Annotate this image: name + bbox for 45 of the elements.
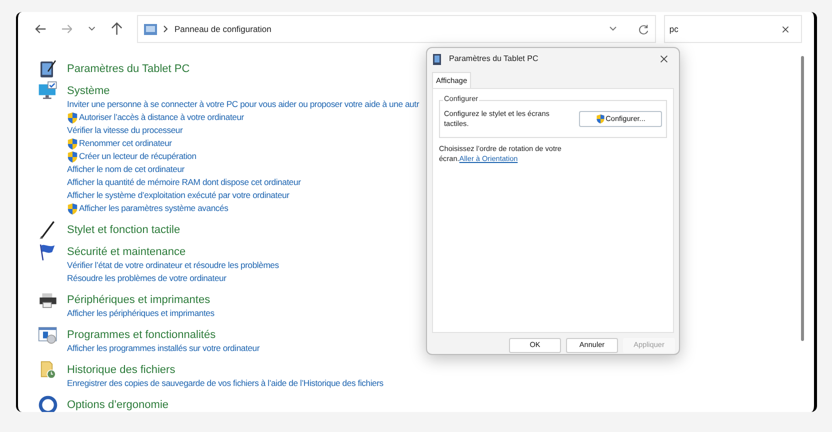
task-link[interactable]: Autoriser l’accès à distance à votre ordinateur [79,111,244,124]
shield-icon [67,112,78,124]
task-link[interactable]: Afficher la quantité de mémoire RAM dont dispose cet ordinateur [67,176,301,189]
control-panel-icon [144,24,156,34]
close-icon[interactable] [660,55,668,63]
task-link[interactable]: Résoudre les problèmes de votre ordinateur [67,272,226,285]
category-title[interactable]: Options d’ergonomie [67,398,169,412]
close-icon[interactable] [782,26,790,32]
folder-clock-icon [38,360,58,380]
refresh-icon[interactable] [638,24,650,34]
address-bar[interactable]: Panneau de configuration [136,15,656,43]
category-title[interactable]: Paramètres du Tablet PC [67,62,190,76]
shield-icon [67,150,78,162]
category-title[interactable]: Historique des fichiers [67,363,384,377]
category-title[interactable]: Stylet et fonction tactile [67,223,180,237]
shield-icon [67,138,78,150]
task-link[interactable]: Inviter une personne à se connecter à votre PC pour vous aider ou proposer votre aide à une autr [67,98,419,111]
tablet-icon [433,54,443,64]
dialog-title: Paramètres du Tablet PC [449,53,538,65]
search-text: pc [669,22,678,36]
search-field[interactable]: pc [664,15,802,43]
monitor-icon [38,81,58,101]
shield-icon [67,202,78,214]
shield-icon [596,114,605,124]
task-link[interactable]: Vérifier l’état de votre ordinateur et résoudre les problèmes [67,259,279,272]
task-link[interactable]: Afficher les paramètres système avancés [79,202,228,215]
program-window-icon [38,325,58,345]
chevron-right-icon [162,25,168,33]
category-title[interactable]: Périphériques et imprimantes [67,293,214,307]
task-link[interactable]: Afficher les périphériques et imprimantes [67,307,214,320]
task-link[interactable]: Renommer cet ordinateur [79,137,172,150]
category-title[interactable]: Sécurité et maintenance [67,245,279,259]
task-link[interactable]: Afficher les programmes installés sur votre ordinateur [67,342,260,355]
back-arrow-icon[interactable] [35,24,47,34]
up-arrow-icon[interactable] [110,22,122,36]
task-link[interactable]: Créer un lecteur de récupération [79,150,196,163]
task-link[interactable]: Afficher le système d’exploitation exécuté par votre ordinateur [67,189,290,202]
tablet-icon [38,59,58,79]
address-text: Panneau de configuration [174,22,272,36]
task-link[interactable]: Vérifier la vitesse du processeur [67,124,183,137]
category-title[interactable]: Programmes et fonctionnalités [67,328,260,342]
task-link[interactable]: Afficher le nom de cet ordinateur [67,163,184,176]
scrollbar[interactable] [801,56,804,341]
category-title[interactable]: Système [67,84,419,98]
task-link[interactable]: Enregistrer des copies de sauvegarde de vos fichiers à l’aide de l’Historique des fichiers [67,377,384,390]
